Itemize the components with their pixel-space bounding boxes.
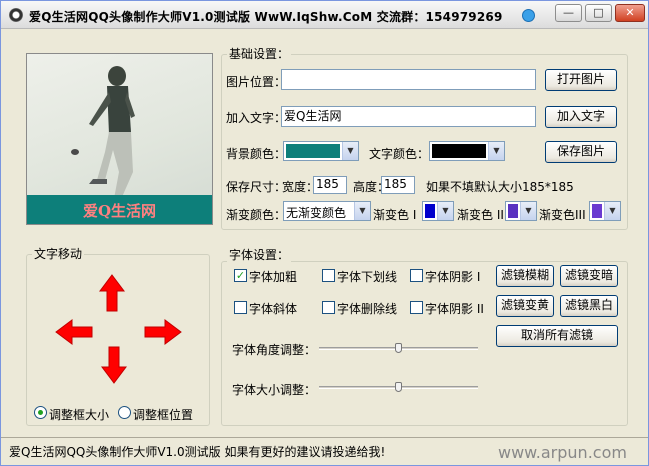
gradient1-picker[interactable]: ▼ bbox=[422, 201, 454, 221]
shadow1-checkbox[interactable] bbox=[410, 269, 423, 282]
image-path-input[interactable] bbox=[281, 69, 536, 90]
image-path-label: 图片位置： bbox=[226, 75, 287, 89]
gradient2-label: 渐变色 II bbox=[457, 208, 504, 222]
angle-label: 字体角度调整： bbox=[232, 343, 317, 357]
chevron-down-icon[interactable]: ▼ bbox=[520, 202, 536, 220]
filter-darken-button[interactable]: 滤镜变暗 bbox=[560, 265, 618, 287]
add-text-label: 加入文字： bbox=[226, 111, 287, 125]
bg-color-label: 背景颜色： bbox=[226, 147, 287, 161]
gradient-color-label: 渐变颜色： bbox=[226, 208, 287, 222]
status-text: 爱Q生活网QQ头像制作大师V1.0测试版 如果有更好的建议请投递给我! bbox=[9, 445, 386, 459]
shadow1-label: 字体阴影 I bbox=[425, 270, 481, 284]
position-frame-label: 调整框位置 bbox=[133, 408, 194, 422]
resize-frame-radio[interactable] bbox=[34, 406, 47, 419]
open-image-button[interactable]: 打开图片 bbox=[545, 69, 617, 91]
default-size-note: 如果不填默认大小185*185 bbox=[426, 180, 574, 194]
chevron-down-icon[interactable]: ▼ bbox=[437, 202, 453, 220]
bold-checkbox[interactable]: ✓ bbox=[234, 269, 247, 282]
chevron-down-icon[interactable]: ▼ bbox=[354, 202, 370, 220]
chevron-down-icon[interactable]: ▼ bbox=[342, 142, 358, 160]
italic-checkbox[interactable] bbox=[234, 301, 247, 314]
filter-blur-button[interactable]: 滤镜模糊 bbox=[496, 265, 554, 287]
add-text-input[interactable]: 爱Q生活网 bbox=[281, 106, 536, 127]
add-text-button[interactable]: 加入文字 bbox=[545, 106, 617, 128]
gradient-select-value: 无渐变颜色 bbox=[286, 206, 347, 220]
main-window: 爱Q生活网QQ头像制作大师V1.0测试版 WwW.IqShw.CoM 交流群：1… bbox=[0, 0, 649, 466]
height-input[interactable]: 185 bbox=[381, 176, 415, 194]
maximize-button[interactable]: □ bbox=[585, 4, 612, 22]
bold-label: 字体加粗 bbox=[249, 270, 298, 284]
angle-slider-thumb[interactable] bbox=[394, 343, 402, 353]
size-label: 字体大小调整： bbox=[232, 383, 317, 397]
minimize-button[interactable]: — bbox=[555, 4, 582, 22]
position-frame-radio[interactable] bbox=[118, 406, 131, 419]
save-size-label: 保存尺寸： bbox=[226, 180, 287, 194]
bg-color-swatch bbox=[286, 144, 340, 158]
underline-label: 字体下划线 bbox=[337, 270, 398, 284]
avatar-preview[interactable]: 爱Q生活网 bbox=[26, 53, 213, 225]
bg-color-picker[interactable]: ▼ bbox=[283, 141, 359, 161]
preview-overlay-text: 爱Q生活网 bbox=[82, 202, 157, 220]
arrow-up-icon[interactable] bbox=[98, 273, 126, 313]
chevron-down-icon[interactable]: ▼ bbox=[604, 202, 620, 220]
gradient2-swatch bbox=[508, 204, 518, 218]
gradient1-label: 渐变色 I bbox=[373, 208, 417, 222]
shadow2-label: 字体阴影 II bbox=[425, 302, 484, 316]
arrow-right-icon[interactable] bbox=[143, 318, 183, 346]
gradient3-picker[interactable]: ▼ bbox=[589, 201, 621, 221]
watermark-text: www.arpun.com bbox=[498, 443, 627, 462]
size-slider-thumb[interactable] bbox=[394, 382, 402, 392]
strike-checkbox[interactable] bbox=[322, 301, 335, 314]
window-title: 爱Q生活网QQ头像制作大师V1.0测试版 WwW.IqShw.CoM 交流群：1… bbox=[29, 10, 503, 24]
resize-frame-label: 调整框大小 bbox=[49, 408, 110, 422]
text-color-swatch bbox=[432, 144, 486, 158]
basic-settings-label: 基础设置： bbox=[227, 45, 292, 62]
italic-label: 字体斜体 bbox=[249, 302, 298, 316]
arrow-down-icon[interactable] bbox=[100, 345, 128, 385]
save-image-button[interactable]: 保存图片 bbox=[545, 141, 617, 163]
cancel-filters-button[interactable]: 取消所有滤镜 bbox=[496, 325, 618, 347]
strike-label: 字体删除线 bbox=[337, 302, 398, 316]
gradient3-swatch bbox=[592, 204, 602, 218]
text-color-picker[interactable]: ▼ bbox=[429, 141, 505, 161]
chevron-down-icon[interactable]: ▼ bbox=[488, 142, 504, 160]
underline-checkbox[interactable] bbox=[322, 269, 335, 282]
text-color-label: 文字颜色： bbox=[369, 147, 430, 161]
filter-sharpen-button[interactable]: 滤镜变黄 bbox=[496, 295, 554, 317]
font-settings-label: 字体设置： bbox=[227, 246, 292, 263]
gradient-select[interactable]: 无渐变颜色 ▼ bbox=[283, 201, 371, 221]
text-move-label: 文字移动 bbox=[32, 245, 85, 262]
shadow2-checkbox[interactable] bbox=[410, 301, 423, 314]
qq-icon bbox=[522, 9, 535, 22]
app-icon bbox=[9, 8, 23, 22]
filter-bw-button[interactable]: 滤镜黑白 bbox=[560, 295, 618, 317]
width-input[interactable]: 185 bbox=[313, 176, 347, 194]
title-bar[interactable]: 爱Q生活网QQ头像制作大师V1.0测试版 WwW.IqShw.CoM 交流群：1… bbox=[1, 1, 648, 29]
arrow-left-icon[interactable] bbox=[54, 318, 94, 346]
gradient1-swatch bbox=[425, 204, 435, 218]
gradient3-label: 渐变色III bbox=[539, 208, 586, 222]
gradient2-picker[interactable]: ▼ bbox=[505, 201, 537, 221]
close-button[interactable]: ✕ bbox=[615, 4, 645, 22]
